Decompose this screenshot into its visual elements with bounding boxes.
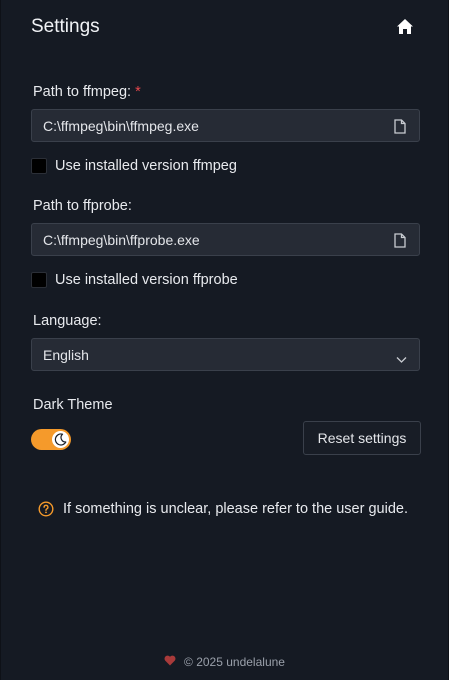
chevron-down-icon — [396, 351, 407, 363]
home-icon[interactable] — [396, 18, 416, 38]
ffprobe-path-input[interactable]: C:\ffmpeg\bin\ffprobe.exe — [31, 223, 420, 256]
dark-theme-label: Dark Theme — [33, 397, 113, 413]
toggle-knob — [52, 431, 69, 448]
ffprobe-path-value: C:\ffmpeg\bin\ffprobe.exe — [43, 232, 200, 248]
copyright-text: © 2025 undelalune — [184, 655, 285, 669]
ffmpeg-installed-label: Use installed version ffmpeg — [55, 158, 237, 174]
ffmpeg-path-label: Path to ffmpeg: * — [33, 84, 141, 100]
heart-icon — [164, 655, 176, 669]
page-title: Settings — [31, 16, 100, 37]
help-circle-icon — [38, 501, 54, 517]
ffmpeg-path-value: C:\ffmpeg\bin\ffmpeg.exe — [43, 118, 199, 134]
ffprobe-installed-row[interactable]: Use installed version ffprobe — [31, 271, 238, 289]
language-label: Language: — [33, 313, 102, 329]
ffmpeg-installed-checkbox[interactable] — [31, 158, 47, 174]
ffprobe-installed-label: Use installed version ffprobe — [55, 272, 238, 288]
language-selected-value: English — [43, 347, 89, 363]
file-browse-icon[interactable] — [394, 119, 406, 134]
dark-theme-toggle[interactable] — [31, 429, 71, 450]
hint-text: If something is unclear, please refer to… — [63, 501, 408, 517]
reset-settings-button[interactable]: Reset settings — [303, 421, 421, 455]
file-browse-icon[interactable] — [394, 233, 406, 248]
ffprobe-path-label: Path to ffprobe: — [33, 198, 132, 214]
language-select[interactable]: English — [31, 338, 420, 371]
user-guide-hint: If something is unclear, please refer to… — [38, 501, 408, 517]
settings-window: Settings Path to ffmpeg: * C:\ffmpeg\bin\… — [0, 0, 449, 680]
moon-icon — [54, 433, 67, 446]
ffprobe-installed-checkbox[interactable] — [31, 272, 47, 288]
footer: © 2025 undelalune — [1, 655, 448, 669]
ffmpeg-path-input[interactable]: C:\ffmpeg\bin\ffmpeg.exe — [31, 109, 420, 142]
required-mark: * — [135, 84, 141, 100]
header: Settings — [1, 0, 448, 58]
ffmpeg-installed-row[interactable]: Use installed version ffmpeg — [31, 157, 237, 175]
ffmpeg-label-text: Path to ffmpeg: — [33, 84, 132, 100]
